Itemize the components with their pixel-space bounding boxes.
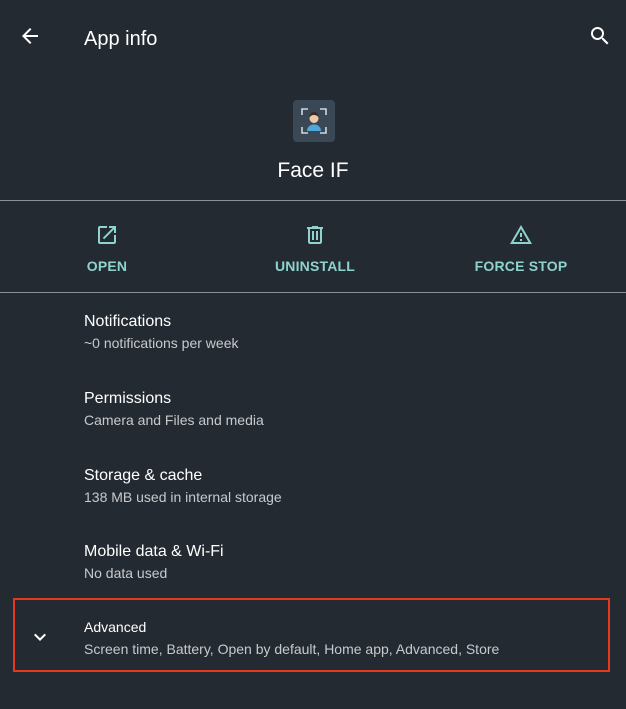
item-title: Storage & cache (84, 467, 203, 484)
permissions-item[interactable]: Permissions Camera and Files and media (0, 378, 626, 450)
force-stop-label: FORCE STOP (474, 258, 568, 274)
search-icon (588, 24, 612, 53)
item-summary: ~0 notifications per week (84, 335, 239, 351)
face-scan-app-icon (293, 100, 335, 142)
item-title: Notifications (84, 313, 172, 330)
warning-icon (509, 223, 533, 247)
divider (0, 292, 626, 293)
notifications-item[interactable]: Notifications ~0 notifications per week (0, 301, 626, 373)
app-header: Face IF (0, 76, 626, 200)
advanced-item[interactable]: Advanced Screen time, Battery, Open by d… (13, 598, 610, 672)
mobile-data-wifi-item[interactable]: Mobile data & Wi-Fi No data used (0, 531, 626, 603)
advanced-title: Advanced (84, 619, 147, 635)
open-label: OPEN (86, 258, 128, 274)
uninstall-button[interactable]: UNINSTALL (260, 201, 370, 292)
open-button[interactable]: OPEN (67, 201, 147, 292)
item-summary: 138 MB used in internal storage (84, 489, 282, 505)
back-button[interactable] (14, 22, 46, 54)
app-name: Face IF (277, 159, 349, 182)
action-row: OPEN UNINSTALL FORCE STOP (0, 201, 626, 292)
search-button[interactable] (584, 22, 616, 54)
item-summary: Camera and Files and media (84, 412, 264, 428)
item-summary: No data used (84, 565, 168, 581)
force-stop-button[interactable]: FORCE STOP (465, 201, 577, 292)
storage-cache-item[interactable]: Storage & cache 138 MB used in internal … (0, 455, 626, 527)
chevron-down-icon (28, 625, 52, 649)
advanced-summary: Screen time, Battery, Open by default, H… (84, 641, 500, 657)
app-bar: App info (0, 0, 626, 76)
item-title: Mobile data & Wi-Fi (84, 543, 224, 560)
page-title: App info (84, 28, 158, 50)
uninstall-label: UNINSTALL (274, 258, 356, 274)
arrow-back-icon (18, 24, 42, 53)
trash-icon (303, 223, 327, 247)
open-external-icon (95, 223, 119, 247)
item-title: Permissions (84, 390, 172, 407)
